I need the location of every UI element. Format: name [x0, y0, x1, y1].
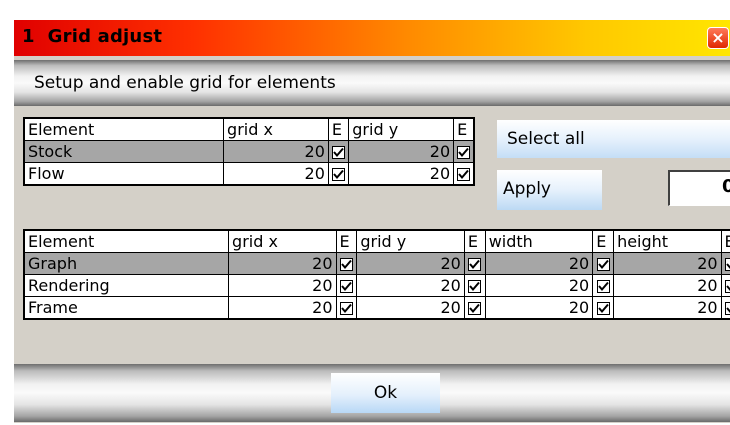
column-header-grid-x: grid x [223, 117, 329, 141]
checkmark-icon [469, 303, 481, 313]
enable-x-checkbox[interactable] [339, 301, 353, 315]
table-row[interactable]: Rendering 20 20 20 20 [23, 274, 730, 297]
window-title: 1 Grid adjust [22, 26, 163, 47]
element-name-cell: Graph [23, 252, 230, 275]
apply-button[interactable]: Apply [497, 170, 602, 210]
enable-width-checkbox[interactable] [596, 279, 610, 293]
enable-x-checkbox[interactable] [332, 167, 346, 181]
element-grid-table-top: Element grid x E grid y E Stock 20 20 Fl… [23, 117, 475, 186]
grid-y-cell[interactable]: 20 [356, 252, 465, 275]
column-header-grid-y: grid y [348, 117, 455, 141]
enable-width-checkbox[interactable] [596, 301, 610, 315]
select-all-button[interactable]: Select all [497, 120, 730, 158]
width-cell[interactable]: 20 [484, 252, 594, 275]
enable-y-checkbox[interactable] [468, 301, 482, 315]
ok-button[interactable]: Ok [331, 373, 440, 413]
table-header-row: Element grid x E grid y E width E height… [23, 229, 730, 253]
checkmark-icon [333, 169, 344, 179]
checkmark-icon [726, 262, 730, 269]
close-button[interactable]: × [707, 27, 729, 49]
checkmark-icon [458, 147, 469, 157]
grid-x-cell[interactable]: 20 [228, 274, 337, 297]
apply-value-input[interactable]: 0 [668, 170, 730, 206]
column-header-enable-x: E [335, 229, 358, 253]
height-cell[interactable]: 20 [613, 274, 722, 297]
enable-height-checkbox[interactable] [724, 301, 730, 315]
table-header-row: Element grid x E grid y E [23, 117, 475, 141]
column-header-enable-x: E [327, 117, 350, 141]
grid-x-cell[interactable]: 20 [223, 162, 329, 186]
title-bar[interactable]: 1 Grid adjust × [14, 20, 730, 56]
enable-height-checkbox[interactable] [724, 257, 730, 271]
enable-x-checkbox[interactable] [339, 257, 353, 271]
column-header-height: height [613, 229, 722, 253]
close-icon: × [711, 28, 725, 47]
table-row[interactable]: Stock 20 20 [23, 140, 475, 163]
checkmark-icon [597, 281, 609, 291]
grid-x-cell[interactable]: 20 [223, 140, 329, 163]
grid-y-cell[interactable]: 20 [348, 140, 455, 163]
checkmark-icon [469, 281, 481, 291]
checkmark-icon [597, 259, 609, 269]
column-header-width: width [484, 229, 594, 253]
column-header-enable-height: E [720, 229, 730, 253]
column-header-grid-x: grid x [228, 229, 337, 253]
grid-y-cell[interactable]: 20 [348, 162, 455, 186]
enable-y-checkbox[interactable] [457, 167, 471, 181]
width-cell[interactable]: 20 [484, 274, 594, 297]
enable-width-checkbox[interactable] [596, 257, 610, 271]
table-row[interactable]: Flow 20 20 [23, 162, 475, 186]
column-header-grid-y: grid y [356, 229, 465, 253]
column-header-enable-width: E [592, 229, 615, 253]
checkmark-icon [597, 303, 609, 313]
element-name-cell: Rendering [23, 274, 230, 297]
grid-y-cell[interactable]: 20 [356, 296, 465, 320]
grid-x-cell[interactable]: 20 [228, 296, 337, 320]
checkmark-icon [726, 284, 730, 291]
table-row[interactable]: Frame 20 20 20 20 [23, 296, 730, 320]
footer-bar: Ok [14, 364, 730, 422]
grid-adjust-window: 1 Grid adjust × Setup and enable grid fo… [14, 20, 730, 423]
checkmark-icon [341, 281, 352, 291]
checkmark-icon [469, 259, 481, 269]
header-bar: Setup and enable grid for elements [14, 60, 730, 106]
checkmark-icon [333, 147, 344, 157]
table-row[interactable]: Graph 20 20 20 20 [23, 252, 730, 275]
grid-x-cell[interactable]: 20 [228, 252, 337, 275]
checkmark-icon [726, 306, 730, 313]
checkmark-icon [458, 169, 469, 179]
element-name-cell: Frame [23, 296, 230, 320]
element-grid-table-bottom: Element grid x E grid y E width E height… [23, 229, 730, 320]
enable-y-checkbox[interactable] [457, 145, 471, 159]
enable-y-checkbox[interactable] [468, 279, 482, 293]
enable-y-checkbox[interactable] [468, 257, 482, 271]
checkmark-icon [341, 303, 352, 313]
grid-y-cell[interactable]: 20 [356, 274, 465, 297]
column-header-enable-y: E [463, 229, 486, 253]
element-name-cell: Flow [23, 162, 225, 186]
enable-x-checkbox[interactable] [339, 279, 353, 293]
width-cell[interactable]: 20 [484, 296, 594, 320]
header-text: Setup and enable grid for elements [34, 73, 336, 93]
height-cell[interactable]: 20 [613, 252, 722, 275]
element-name-cell: Stock [23, 140, 225, 163]
checkmark-icon [341, 259, 352, 269]
enable-height-checkbox[interactable] [724, 279, 730, 293]
column-header-element: Element [23, 229, 230, 253]
height-cell[interactable]: 20 [613, 296, 722, 320]
column-header-enable-y: E [453, 117, 475, 141]
column-header-element: Element [23, 117, 225, 141]
enable-x-checkbox[interactable] [332, 145, 346, 159]
